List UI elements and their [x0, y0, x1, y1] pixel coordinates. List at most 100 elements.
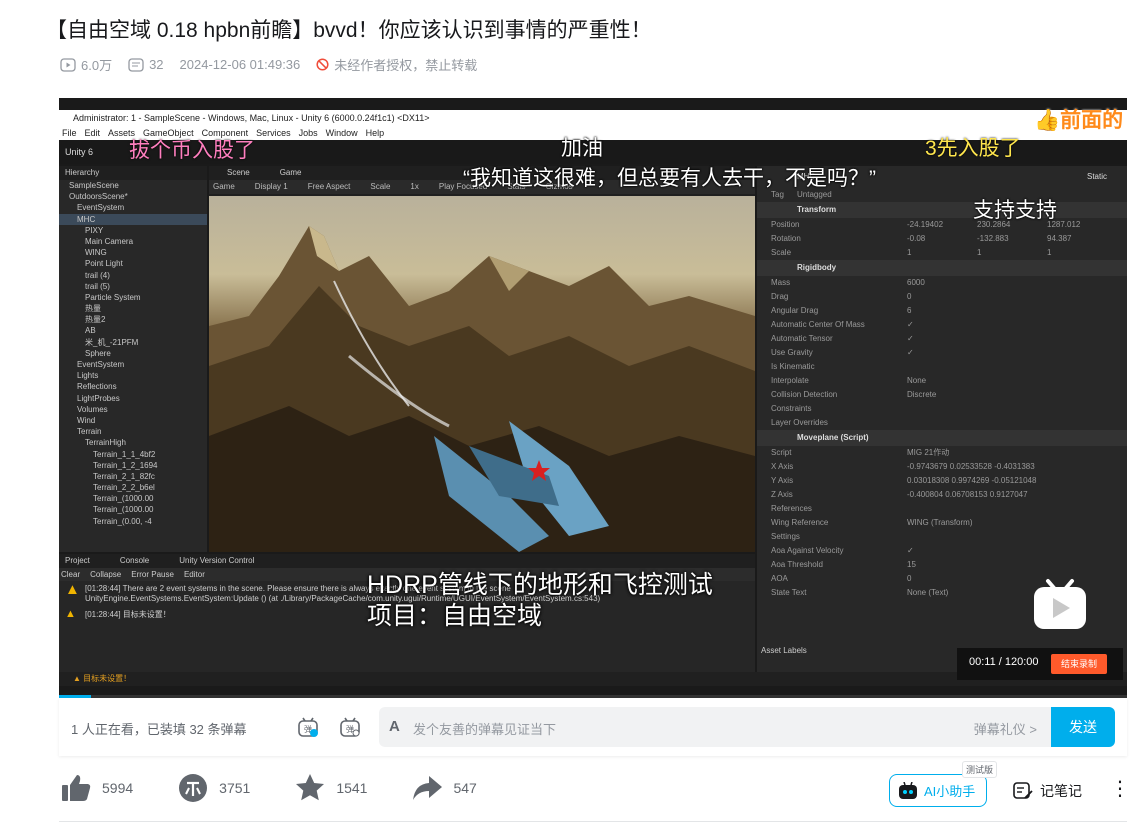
inspector-row-label: Layer Overrides [771, 418, 828, 427]
danmaku-input[interactable]: A 发个友善的弹幕见证当下 弹幕礼仪 > [379, 707, 1051, 747]
record-panel: 00:11 / 120:00 结束录制 [957, 648, 1123, 680]
console-clear: Clear [61, 570, 81, 579]
inspector-row: Aoa Against Velocity ✓ [757, 544, 1127, 558]
inspector-row-label: Collision Detection [771, 390, 838, 399]
inspector-row: Drag 0 [757, 290, 1127, 304]
views-count: 6.0万 [81, 58, 113, 73]
danmaku-text: 前面的 [1060, 109, 1124, 132]
danmaku-settings-icon[interactable]: 弹 [339, 716, 361, 738]
hierarchy-tab: Hierarchy [59, 166, 207, 180]
danmaku-item: 👍前面的 [1034, 104, 1123, 134]
inspector-row-label: Script [771, 448, 792, 457]
transform-label: Position [771, 220, 800, 229]
inspector-row-value: None (Text) [907, 588, 949, 597]
inspector-row-label: Automatic Center Of Mass [771, 320, 865, 329]
inspector-row-value: 6000 [907, 278, 925, 287]
hierarchy-item: Terrain_(1000.00 [93, 505, 154, 515]
game-bar-item: Display 1 [254, 182, 288, 191]
ai-assistant-button[interactable]: AI小助手 [889, 774, 987, 807]
take-notes-button[interactable]: 记笔记 [1012, 781, 1082, 801]
mountain-terrain-image [209, 226, 755, 552]
asset-labels-title: Asset Labels [761, 646, 807, 655]
inspector-row-label: Angular Drag [771, 306, 819, 315]
console-error-pause: Error Pause [131, 570, 174, 579]
hierarchy-item: Particle System [85, 292, 141, 302]
inspector-row: Angular Drag 6 [757, 304, 1127, 318]
transform-section: Transform [757, 202, 1127, 218]
hierarchy-item: SampleScene [69, 181, 119, 190]
script-section: Moveplane (Script) [757, 430, 1127, 446]
inspector-row-label: AOA [771, 574, 788, 583]
thumbs-up-icon [62, 775, 91, 801]
record-time: 00:11 / 120:00 [969, 656, 1039, 668]
share-button[interactable]: 547 [411, 772, 477, 804]
rigidbody-section: Rigidbody [757, 260, 1127, 276]
unity-menu-item: Window [325, 128, 358, 138]
font-style-icon[interactable]: A [389, 718, 400, 735]
bilibili-play-icon[interactable] [1033, 578, 1087, 630]
tab-console: Console [119, 556, 150, 565]
thumbs-up-emoji-icon: 👍 [1034, 109, 1061, 132]
hierarchy-item: 热量2 [85, 315, 106, 325]
danmaku-item: 拔个币入股了 [129, 139, 255, 162]
danmaku-item: “我知道这很难，但总要有人去干，不是吗？” [463, 167, 876, 190]
inspector-row-label: Use Gravity [771, 348, 813, 357]
hierarchy-item: Main Camera [85, 236, 134, 246]
more-options-icon[interactable]: ⋮ [1110, 779, 1130, 799]
inspector-row: Automatic Tensor ✓ [757, 332, 1127, 346]
inspector-row-label: X Axis [771, 462, 794, 471]
coin-button[interactable]: 3751 [177, 772, 250, 804]
publish-date: 2024-12-06 01:49:36 [179, 57, 301, 72]
inspector-row: Layer Overrides [757, 416, 1127, 430]
game-bar-item: Game [213, 182, 235, 191]
danmaku-item: 支持支持 [973, 199, 1057, 222]
transform-value: 1 [907, 248, 912, 257]
coin-count: 3751 [219, 780, 251, 796]
unity-window-title: Administrator: 1 - SampleScene - Windows… [59, 110, 1127, 126]
inspector-row: Automatic Center Of Mass ✓ [757, 318, 1127, 332]
copyright-notice: 未经作者授权，禁止转载 [316, 55, 477, 74]
warning-icon: ▲ [65, 608, 76, 620]
inspector-row: Z Axis -0.400804 0.06708153 0.9127047 [757, 488, 1127, 502]
inspector-row-label: Is Kinematic [771, 362, 815, 371]
forbidden-icon [316, 58, 329, 71]
inspector-row-label: Aoa Against Velocity [771, 546, 844, 555]
hierarchy-item: 米_机_-21PFM [85, 337, 139, 347]
unity-menu-item: Jobs [298, 128, 318, 138]
inspector-row-value: 15 [907, 560, 916, 569]
game-bar-item: Scale [370, 182, 391, 191]
transform-value: 1 [1047, 248, 1052, 257]
danmaku-etiquette-link[interactable]: 弹幕礼仪 > [974, 719, 1037, 738]
inspector-row-value: ✓ [907, 348, 914, 357]
transform-row: Position -24.19402 230.2864 1287.012 [757, 218, 1127, 232]
inspector-row: Aoa Threshold 15 [757, 558, 1127, 572]
unity-menu-item: Edit [84, 128, 101, 138]
inspector-row: Is Kinematic [757, 360, 1127, 374]
like-button[interactable]: 5994 [60, 772, 133, 804]
inspector-row: X Axis -0.9743679 0.02533528 -0.4031383 [757, 460, 1127, 474]
inspector-row: Constraints [757, 402, 1127, 416]
game-bar-item: 1x [410, 182, 419, 191]
inspector-row-label: Wing Reference [771, 518, 829, 527]
play-count-icon [60, 57, 76, 72]
hierarchy-item: 热量 [85, 304, 101, 314]
video-meta: 6.0万 32 2024-12-06 01:49:36 未经作者授权，禁止转载 [60, 55, 477, 74]
tab-version-control: Unity Version Control [179, 556, 255, 565]
hierarchy-item: TerrainHigh [85, 438, 126, 448]
favorite-button[interactable]: 1541 [294, 772, 367, 804]
views-stat: 6.0万 [60, 55, 112, 74]
inspector-row-label: Z Axis [771, 490, 793, 499]
danmaku-toggle-icon[interactable]: 弹 [297, 716, 319, 738]
inspector-row-label: Interpolate [771, 376, 809, 385]
hierarchy-item: Terrain_(1000.00 [93, 494, 154, 504]
unity-menu-item: Services [256, 128, 291, 138]
send-button[interactable]: 发送 [1051, 707, 1115, 747]
video-player[interactable]: Administrator: 1 - SampleScene - Windows… [59, 98, 1127, 696]
transform-row: Scale 1 1 1 [757, 246, 1127, 260]
inspector-row: Y Axis 0.03018308 0.9974269 -0.05121048 [757, 474, 1127, 488]
hierarchy-item: trail (5) [85, 281, 110, 291]
transform-value: 94.387 [1047, 234, 1072, 243]
game-bar-item: Free Aspect [307, 182, 351, 191]
inspector-row-value: -0.400804 0.06708153 0.9127047 [907, 490, 1028, 499]
tab-project: Project [65, 556, 90, 565]
